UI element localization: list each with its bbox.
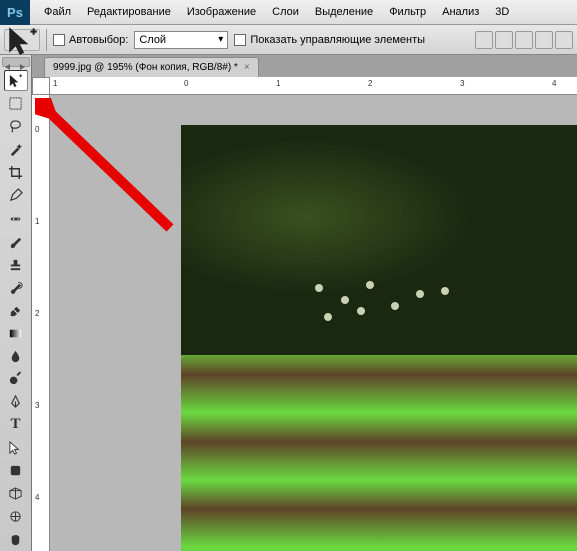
menu-3d[interactable]: 3D	[487, 0, 517, 24]
crop-tool[interactable]	[4, 162, 28, 183]
path-tool[interactable]	[4, 437, 28, 458]
3d-camera-tool[interactable]	[4, 506, 28, 527]
ruler-tick: 3	[460, 79, 464, 88]
heal-tool[interactable]	[4, 208, 28, 229]
align-bottom[interactable]	[515, 31, 533, 49]
ruler-tick: 0	[35, 125, 39, 134]
align-group	[475, 31, 573, 49]
menu-file[interactable]: Файл	[36, 0, 79, 24]
menu-analysis[interactable]: Анализ	[434, 0, 487, 24]
shape-tool[interactable]	[4, 460, 28, 481]
ruler-tick: 1	[35, 217, 39, 226]
app-logo: Ps	[0, 0, 30, 25]
document-image	[181, 125, 577, 551]
lasso-tool[interactable]	[4, 116, 28, 137]
move-tool[interactable]	[4, 70, 28, 91]
options-bar: Автовыбор: Слой Показать управляющие эле…	[0, 25, 577, 55]
menu-filter[interactable]: Фильтр	[381, 0, 434, 24]
tab-close-icon[interactable]: ×	[244, 62, 250, 73]
image-content	[299, 279, 467, 337]
align-left[interactable]	[535, 31, 553, 49]
horizontal-ruler[interactable]: 1 0 1 2 3 4	[50, 77, 577, 95]
transform-label: Показать управляющие элементы	[250, 34, 425, 46]
ruler-tick: 3	[35, 401, 39, 410]
canvas[interactable]	[50, 95, 577, 551]
menu-layer[interactable]: Слои	[264, 0, 307, 24]
tab-bar: 9999.jpg @ 195% (Фон копия, RGB/8#) * ×	[32, 55, 577, 77]
menu-bar: Ps Файл Редактирование Изображение Слои …	[0, 0, 577, 25]
menu-edit[interactable]: Редактирование	[79, 0, 179, 24]
panel-handle[interactable]	[2, 57, 30, 67]
gradient-tool[interactable]	[4, 323, 28, 344]
eraser-tool[interactable]	[4, 300, 28, 321]
autoselect-checkbox[interactable]	[53, 34, 65, 46]
3d-tool[interactable]	[4, 483, 28, 504]
ruler-tick: 4	[35, 493, 39, 502]
history-brush-tool[interactable]	[4, 277, 28, 298]
blur-tool[interactable]	[4, 346, 28, 367]
stamp-tool[interactable]	[4, 254, 28, 275]
ruler-origin[interactable]	[32, 77, 50, 95]
ruler-tick: 1	[276, 79, 280, 88]
ruler-tick: 4	[552, 79, 556, 88]
document-area: 9999.jpg @ 195% (Фон копия, RGB/8#) * × …	[32, 55, 577, 551]
autoselect-option[interactable]: Автовыбор:	[53, 34, 128, 46]
align-vcenter[interactable]	[495, 31, 513, 49]
type-tool[interactable]: T	[4, 414, 28, 435]
menu-select[interactable]: Выделение	[307, 0, 381, 24]
tools-panel: T	[0, 55, 32, 551]
vertical-ruler[interactable]: 0 1 2 3 4	[32, 95, 50, 551]
autoselect-value: Слой	[139, 34, 166, 46]
transform-option[interactable]: Показать управляющие элементы	[234, 34, 425, 46]
menu-image[interactable]: Изображение	[179, 0, 264, 24]
ruler-tick: 2	[368, 79, 372, 88]
ruler-tick: 2	[35, 309, 39, 318]
divider	[46, 29, 47, 51]
align-top[interactable]	[475, 31, 493, 49]
ruler-tick: 1	[53, 79, 57, 88]
align-hcenter[interactable]	[555, 31, 573, 49]
marquee-tool[interactable]	[4, 93, 28, 114]
autoselect-label: Автовыбор:	[69, 34, 128, 46]
hand-tool[interactable]	[4, 529, 28, 550]
ruler-tick: 0	[184, 79, 188, 88]
eyedropper-tool[interactable]	[4, 185, 28, 206]
workspace: T 9999.jpg @ 195% (Фон копия, RGB/8#) * …	[0, 55, 577, 551]
tab-title: 9999.jpg @ 195% (Фон копия, RGB/8#) *	[53, 62, 238, 73]
autoselect-dropdown[interactable]: Слой	[134, 31, 228, 49]
pen-tool[interactable]	[4, 391, 28, 412]
tool-preset[interactable]	[4, 29, 40, 51]
document-tab[interactable]: 9999.jpg @ 195% (Фон копия, RGB/8#) * ×	[44, 57, 259, 77]
wand-tool[interactable]	[4, 139, 28, 160]
dodge-tool[interactable]	[4, 368, 28, 389]
transform-checkbox[interactable]	[234, 34, 246, 46]
brush-tool[interactable]	[4, 231, 28, 252]
